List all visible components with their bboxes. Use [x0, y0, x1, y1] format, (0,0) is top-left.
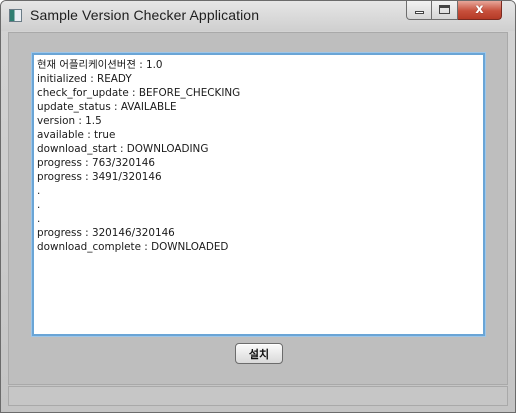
- log-line: .: [37, 185, 41, 197]
- app-window-icon: [9, 9, 22, 22]
- log-line: version : 1.5: [37, 115, 102, 127]
- log-textarea[interactable]: 현재 어플리케이션버젼 : 1.0 initialized : READY ch…: [32, 53, 485, 336]
- log-line: available : true: [37, 129, 116, 141]
- close-icon: x: [475, 2, 484, 17]
- maximize-button[interactable]: [432, 1, 458, 20]
- close-button[interactable]: x: [458, 1, 502, 20]
- log-line: 현재 어플리케이션버젼 : 1.0: [37, 59, 163, 71]
- app-window: Sample Version Checker Application x 현재 …: [0, 0, 516, 413]
- title-bar[interactable]: Sample Version Checker Application x: [1, 1, 515, 31]
- log-line: progress : 763/320146: [37, 157, 155, 169]
- log-line: .: [37, 213, 41, 225]
- maximize-icon: [439, 5, 450, 14]
- minimize-button[interactable]: [406, 1, 432, 20]
- window-controls: x: [406, 1, 502, 21]
- log-line: progress : 3491/320146: [37, 171, 162, 183]
- install-button[interactable]: 설치: [235, 343, 283, 364]
- minimize-icon: [415, 11, 424, 14]
- log-line: download_start : DOWNLOADING: [37, 143, 209, 155]
- log-line: check_for_update : BEFORE_CHECKING: [37, 87, 241, 99]
- status-bar: [8, 386, 508, 406]
- log-line: progress : 320146/320146: [37, 227, 175, 239]
- log-line: update_status : AVAILABLE: [37, 101, 177, 113]
- log-line: initialized : READY: [37, 73, 132, 85]
- log-line: download_complete : DOWNLOADED: [37, 241, 229, 253]
- window-title: Sample Version Checker Application: [30, 7, 260, 23]
- client-area: 현재 어플리케이션버젼 : 1.0 initialized : READY ch…: [8, 32, 508, 385]
- log-line: .: [37, 199, 41, 211]
